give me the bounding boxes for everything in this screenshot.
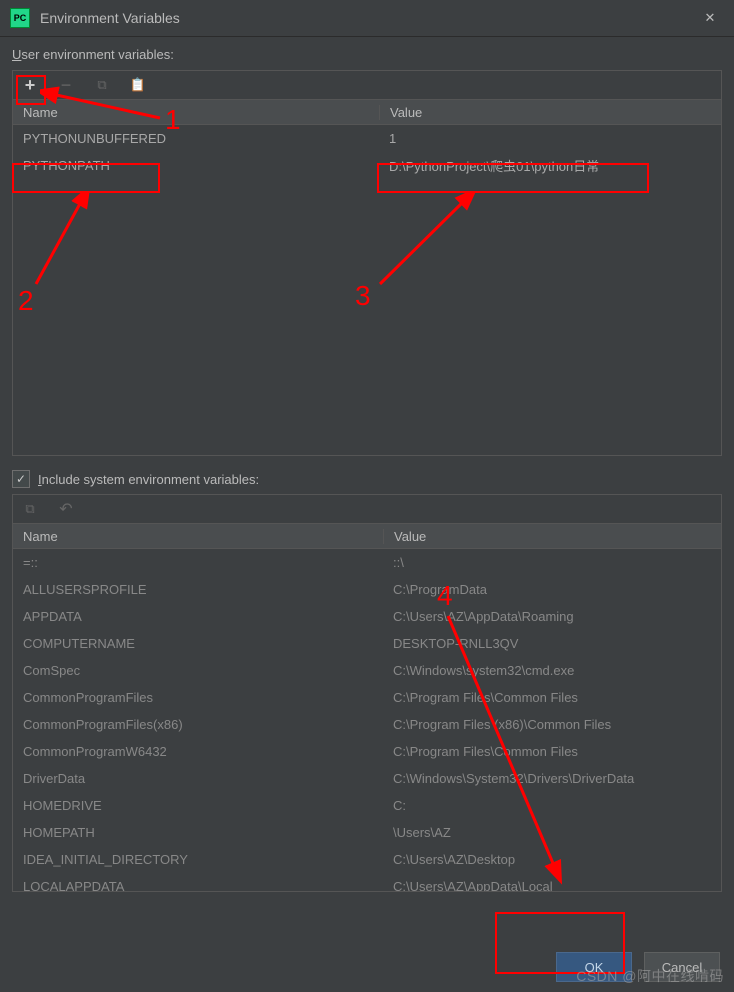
env-value-cell: C:\Program Files\Common Files xyxy=(383,690,721,705)
add-button[interactable]: + xyxy=(19,74,41,96)
table-row[interactable]: DriverDataC:\Windows\System32\Drivers\Dr… xyxy=(13,765,721,792)
system-table-body[interactable]: =::::\ALLUSERSPROFILEC:\ProgramDataAPPDA… xyxy=(13,549,721,891)
user-env-panel: + − ⧉ 📋 Name Value PYTHONUNBUFFERED1PYTH… xyxy=(12,70,722,456)
env-name-cell: =:: xyxy=(13,555,383,570)
env-name-cell: ALLUSERSPROFILE xyxy=(13,582,383,597)
env-value-cell: C: xyxy=(383,798,721,813)
env-value-cell: C:\Users\AZ\AppData\Roaming xyxy=(383,609,721,624)
table-row[interactable]: =::::\ xyxy=(13,549,721,576)
env-name-cell: IDEA_INITIAL_DIRECTORY xyxy=(13,852,383,867)
user-header-value[interactable]: Value xyxy=(380,105,721,120)
paste-button[interactable]: 📋 xyxy=(127,74,149,96)
env-value-cell: C:\Windows\system32\cmd.exe xyxy=(383,663,721,678)
copy-button[interactable]: ⧉ xyxy=(91,74,113,96)
env-value-cell: C:\Program Files\Common Files xyxy=(383,744,721,759)
env-name-cell: COMPUTERNAME xyxy=(13,636,383,651)
env-value-cell: C:\Program Files (x86)\Common Files xyxy=(383,717,721,732)
title-bar: PC Environment Variables ✕ xyxy=(0,0,734,37)
env-value-cell: C:\ProgramData xyxy=(383,582,721,597)
system-header-value[interactable]: Value xyxy=(384,529,721,544)
table-row[interactable]: COMPUTERNAMEDESKTOP-RNLL3QV xyxy=(13,630,721,657)
env-name-cell: CommonProgramW6432 xyxy=(13,744,383,759)
include-system-checkbox[interactable]: ✓ xyxy=(12,470,30,488)
table-row[interactable]: APPDATAC:\Users\AZ\AppData\Roaming xyxy=(13,603,721,630)
table-row[interactable]: CommonProgramFilesC:\Program Files\Commo… xyxy=(13,684,721,711)
env-name-cell: DriverData xyxy=(13,771,383,786)
system-table-header: Name Value xyxy=(13,523,721,549)
env-value-cell: \Users\AZ xyxy=(383,825,721,840)
env-value-cell[interactable]: D:\PythonProject\爬虫01\python日常 xyxy=(379,156,721,175)
user-env-label: User environment variables: xyxy=(0,37,734,66)
env-name-cell[interactable]: PYTHONUNBUFFERED xyxy=(13,131,379,146)
table-row[interactable]: HOMEPATH\Users\AZ xyxy=(13,819,721,846)
undo-sys-button[interactable]: ↶ xyxy=(55,498,77,520)
system-header-name[interactable]: Name xyxy=(13,529,384,544)
app-icon: PC xyxy=(10,8,30,28)
copy-sys-button[interactable]: ⧉ xyxy=(19,498,41,520)
env-name-cell: ComSpec xyxy=(13,663,383,678)
env-name-cell: LOCALAPPDATA xyxy=(13,879,383,891)
env-name-cell: CommonProgramFiles xyxy=(13,690,383,705)
table-row[interactable]: CommonProgramW6432C:\Program Files\Commo… xyxy=(13,738,721,765)
table-row[interactable]: CommonProgramFiles(x86)C:\Program Files … xyxy=(13,711,721,738)
include-system-checkbox-row: ✓ Include system environment variables: xyxy=(12,470,722,488)
env-name-cell: APPDATA xyxy=(13,609,383,624)
env-name-cell: HOMEPATH xyxy=(13,825,383,840)
env-value-cell: ::\ xyxy=(383,555,721,570)
include-system-label: Include system environment variables: xyxy=(38,472,259,487)
table-row[interactable]: PYTHONPATHD:\PythonProject\爬虫01\python日常 xyxy=(13,152,721,179)
table-row[interactable]: PYTHONUNBUFFERED1 xyxy=(13,125,721,152)
table-row[interactable]: ComSpecC:\Windows\system32\cmd.exe xyxy=(13,657,721,684)
system-env-panel: ⧉ ↶ Name Value =::::\ALLUSERSPROFILEC:\P… xyxy=(12,494,722,892)
table-row[interactable]: IDEA_INITIAL_DIRECTORYC:\Users\AZ\Deskto… xyxy=(13,846,721,873)
table-row[interactable]: ALLUSERSPROFILEC:\ProgramData xyxy=(13,576,721,603)
user-env-toolbar: + − ⧉ 📋 xyxy=(13,71,721,99)
env-value-cell: C:\Windows\System32\Drivers\DriverData xyxy=(383,771,721,786)
table-row[interactable]: HOMEDRIVEC: xyxy=(13,792,721,819)
env-name-cell: CommonProgramFiles(x86) xyxy=(13,717,383,732)
env-value-cell: DESKTOP-RNLL3QV xyxy=(383,636,721,651)
watermark: CSDN @阿中在线啃码 xyxy=(576,966,724,986)
user-table-body[interactable]: PYTHONUNBUFFERED1PYTHONPATHD:\PythonProj… xyxy=(13,125,721,455)
table-row[interactable]: LOCALAPPDATAC:\Users\AZ\AppData\Local xyxy=(13,873,721,891)
env-value-cell[interactable]: 1 xyxy=(379,131,721,146)
env-value-cell: C:\Users\AZ\AppData\Local xyxy=(383,879,721,891)
window-title: Environment Variables xyxy=(40,10,696,26)
env-name-cell: HOMEDRIVE xyxy=(13,798,383,813)
env-value-cell: C:\Users\AZ\Desktop xyxy=(383,852,721,867)
user-table-header: Name Value xyxy=(13,99,721,125)
system-env-toolbar: ⧉ ↶ xyxy=(13,495,721,523)
remove-button[interactable]: − xyxy=(55,74,77,96)
user-header-name[interactable]: Name xyxy=(13,105,380,120)
close-icon[interactable]: ✕ xyxy=(696,4,724,32)
env-name-cell[interactable]: PYTHONPATH xyxy=(13,158,379,173)
